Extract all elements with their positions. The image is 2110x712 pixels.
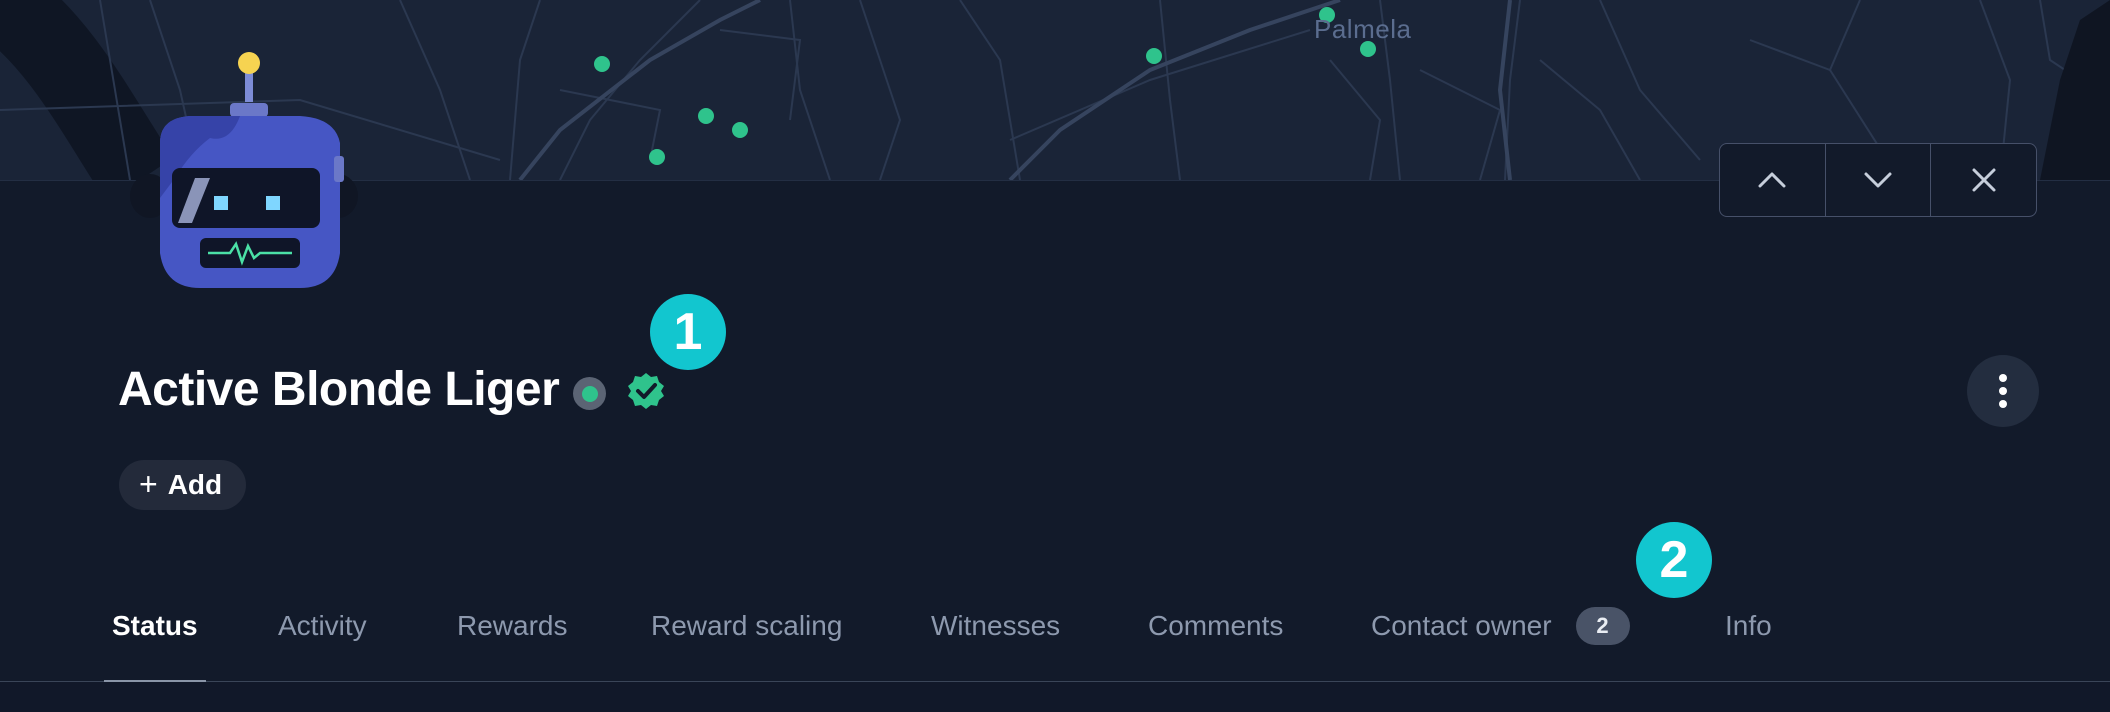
chevron-up-icon (1758, 172, 1786, 188)
status-dot-icon (573, 377, 606, 410)
previous-button[interactable] (1720, 144, 1826, 216)
more-vertical-icon (1999, 374, 2007, 408)
plus-icon: + (139, 465, 158, 502)
tab-rewards[interactable]: Rewards (457, 610, 567, 642)
tab-label: Rewards (457, 610, 568, 641)
verified-badge-icon (628, 373, 664, 409)
tab-witnesses[interactable]: Witnesses (931, 610, 1060, 642)
robot-avatar (130, 52, 358, 288)
add-button[interactable]: + Add (119, 460, 247, 510)
tab-label: Info (1725, 610, 1772, 641)
content-area (0, 682, 2110, 712)
tab-bar: Status Activity Rewards Reward scaling W… (0, 600, 2110, 683)
tab-label: Activity (278, 610, 367, 641)
page-title: Active Blonde Liger (118, 363, 560, 416)
tab-label: Reward scaling (651, 610, 843, 641)
unread-count-badge: 2 (1575, 607, 1630, 645)
more-options-button[interactable] (1967, 355, 2039, 427)
annotation-marker-2: 2 (1636, 522, 1712, 598)
tab-status[interactable]: Status (112, 610, 198, 642)
tab-label: Status (112, 610, 198, 641)
close-icon (1972, 168, 1996, 192)
tab-label: Comments (1148, 610, 1284, 641)
chevron-down-icon (1864, 172, 1892, 188)
tab-comments[interactable]: Comments (1148, 610, 1283, 642)
navigation-button-group (1719, 143, 2037, 217)
close-button[interactable] (1931, 144, 2036, 216)
add-button-label: Add (167, 469, 223, 500)
tab-label: Witnesses (931, 610, 1061, 641)
tab-activity[interactable]: Activity (278, 610, 367, 642)
tab-contact-owner[interactable]: Contact owner 2 (1371, 607, 1630, 645)
map-place-label: Palmela (1314, 14, 1412, 44)
tab-info[interactable]: Info (1725, 610, 1772, 642)
annotation-marker-1: 1 (650, 294, 726, 370)
next-button[interactable] (1826, 144, 1932, 216)
tab-label: Contact owner (1371, 610, 1552, 641)
tab-reward-scaling[interactable]: Reward scaling (651, 610, 842, 642)
